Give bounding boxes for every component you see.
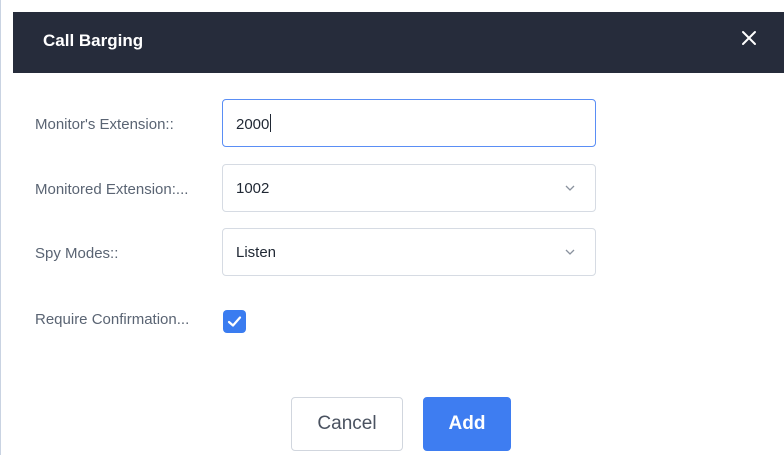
dialog-title: Call Barging (43, 31, 144, 50)
spy-modes-label: Spy Modes:: (35, 245, 119, 262)
spy-modes-select[interactable]: Listen (222, 228, 596, 276)
text-caret (270, 114, 272, 132)
cancel-button[interactable]: Cancel (291, 397, 403, 451)
add-button[interactable]: Add (423, 397, 511, 451)
checkmark-icon (227, 316, 242, 327)
monitor-extension-label: Monitor's Extension:: (35, 116, 174, 133)
require-confirmation-label: Require Confirmation... (35, 311, 190, 328)
monitored-extension-value: 1002 (236, 180, 270, 197)
monitored-extension-label: Monitored Extension:... (35, 181, 189, 198)
chevron-down-icon (565, 248, 575, 256)
require-confirmation-checkbox[interactable] (223, 310, 246, 333)
monitor-extension-input[interactable]: 2000 (222, 99, 596, 147)
chevron-down-icon (565, 184, 575, 192)
dialog-header: Call Barging (13, 12, 784, 73)
spy-modes-value: Listen (236, 244, 277, 261)
monitored-extension-select[interactable]: 1002 (222, 164, 596, 212)
close-icon[interactable] (737, 26, 761, 50)
call-barging-dialog: Call Barging Monitor's Extension:: 2000 … (0, 0, 784, 455)
monitor-extension-value: 2000 (236, 116, 270, 133)
